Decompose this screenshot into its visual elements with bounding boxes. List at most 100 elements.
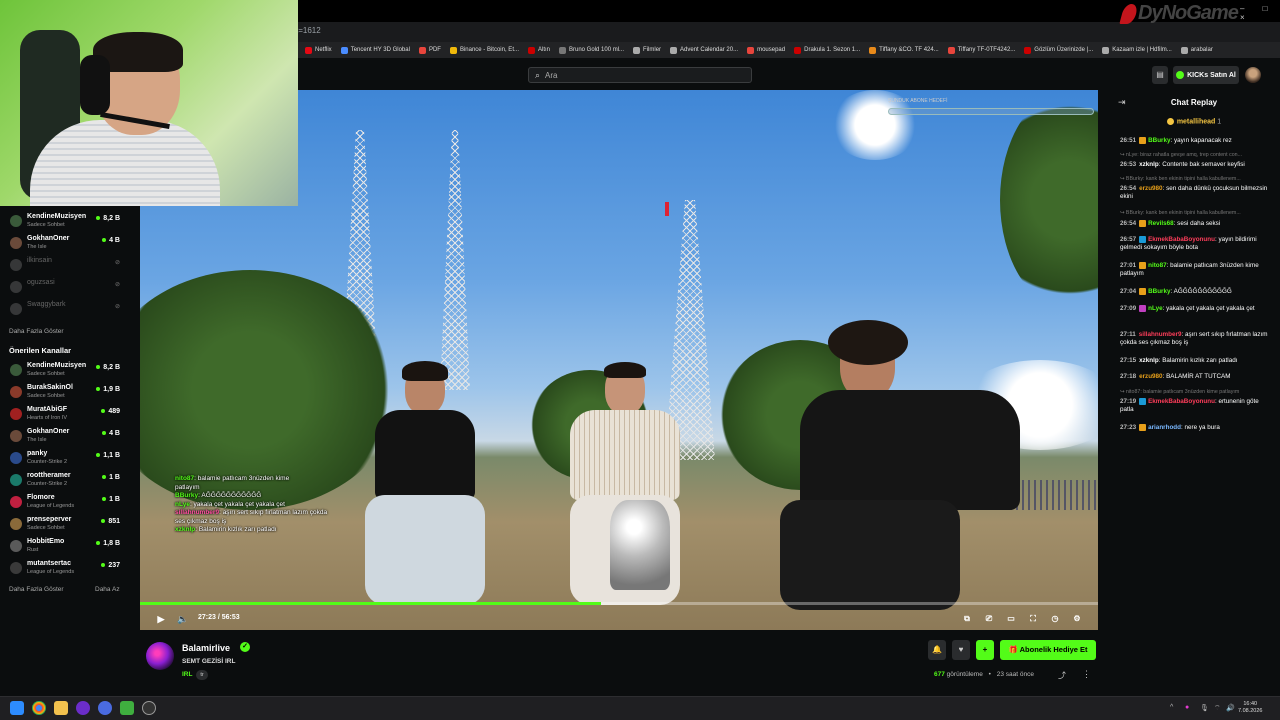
channel-avatar	[10, 281, 22, 293]
channel-item[interactable]: KendineMuzisyen Sadece Sohbet 8,2 B	[8, 212, 124, 232]
chat-username[interactable]: erzu980	[1139, 185, 1162, 192]
chat-username[interactable]: nito87	[1148, 262, 1167, 269]
play-icon[interactable]: ▶	[154, 612, 168, 626]
bookmark-item[interactable]: Drakula 1. Sezon 1...	[794, 46, 860, 54]
volume-tray-icon[interactable]: 🔊	[1226, 704, 1235, 712]
badge-icon	[1139, 262, 1147, 269]
chat-username[interactable]: arianrhodd	[1148, 424, 1181, 431]
chat-username[interactable]: BBurky	[1148, 137, 1170, 144]
progress-bar[interactable]	[140, 602, 1098, 605]
bookmark-item[interactable]: Tencent HY 3D Global	[340, 46, 410, 54]
bookmark-item[interactable]: Advent Calendar 20...	[670, 46, 738, 54]
channel-item[interactable]: ilkinsain ⊘	[8, 256, 124, 276]
chat-username[interactable]: Revils68	[1148, 220, 1174, 227]
more-options-icon[interactable]: ⋮	[1082, 669, 1091, 680]
share-icon[interactable]: ⤴	[1058, 670, 1066, 681]
channel-item[interactable]: Swaggybark ⊘	[8, 300, 124, 320]
chat-message: 27:15 xzknlp: Balamirin kızlık zarı patla…	[1120, 357, 1270, 365]
channel-item[interactable]: prenseperver Sadece Sohbet 851	[8, 515, 124, 535]
speed-icon[interactable]: ◷	[1048, 612, 1062, 626]
chat-username[interactable]: EkmekBabaBoyonunu	[1148, 236, 1215, 243]
clip-icon[interactable]: ⎚	[982, 612, 996, 626]
channel-item[interactable]: BurakSakinOl Sadece Sohbet 1,9 B	[8, 383, 124, 403]
app-icon[interactable]	[120, 701, 134, 715]
bookmark-item[interactable]: Gözlüm Üzerinizde |...	[1024, 46, 1093, 54]
channel-item[interactable]: GokhanOner The Isle 4 B	[8, 427, 124, 447]
show-more-followed[interactable]: Daha Fazla Göster	[9, 328, 64, 335]
channel-name: Flomore	[27, 494, 55, 501]
viewer-count: 1 B	[102, 496, 120, 503]
chat-username[interactable]: nLye	[1148, 305, 1162, 312]
channel-item[interactable]: mutantsertac League of Legends 237	[8, 559, 124, 579]
tower-light	[665, 202, 669, 216]
library-button[interactable]: ▤	[1152, 66, 1168, 84]
channel-item[interactable]: HobbitEmo Rust 1,8 B	[8, 537, 124, 557]
kicks-buy-button[interactable]: KICKs Satın Al	[1173, 66, 1239, 84]
chat-text: : Balamirin kızlık zarı patladı	[1158, 357, 1238, 364]
category-link[interactable]: IRL	[182, 671, 192, 678]
bookmark-item[interactable]: Bruno Gold 100 ml...	[559, 46, 624, 54]
channel-item[interactable]: GokhanOner The Isle 4 B	[8, 234, 124, 254]
channel-item[interactable]: Flomore League of Legends 1 B	[8, 493, 124, 513]
search-icon: ⌕	[535, 69, 541, 80]
chat-username[interactable]: sillahnumber9	[1139, 331, 1182, 338]
settings-gear-icon[interactable]: ⚙	[1070, 612, 1084, 626]
channel-name: GokhanOner	[27, 235, 70, 242]
search-input[interactable]: ⌕ Ara	[528, 67, 752, 83]
channel-category: Sadece Sohbet	[27, 222, 65, 228]
show-less[interactable]: Daha Az	[95, 586, 120, 593]
theater-icon[interactable]: ▭	[1004, 612, 1018, 626]
pip-icon[interactable]: ⧉	[960, 612, 974, 626]
obs-icon[interactable]	[142, 701, 156, 715]
window-controls[interactable]: – □ ×	[1240, 4, 1280, 22]
channel-item[interactable]: oguzsasi ⊘	[8, 278, 124, 298]
chat-username[interactable]: xzknlp	[1139, 357, 1159, 364]
chat-timestamp: 26:54	[1120, 185, 1137, 192]
bookmark-item[interactable]: arabalar	[1180, 46, 1213, 54]
heart-icon[interactable]: ♥	[952, 640, 970, 660]
chat-username[interactable]: xzknlp	[1139, 161, 1159, 168]
address-bar[interactable]	[290, 22, 1280, 42]
bell-icon[interactable]: 🔔	[928, 640, 946, 660]
chat-username[interactable]: BBurky	[1148, 288, 1170, 295]
tray-app-icon[interactable]: ●	[1185, 704, 1189, 711]
gift-subscription-button[interactable]: 🎁 Abonelik Hediye Et	[1000, 640, 1096, 660]
channel-item[interactable]: panky Counter-Strike 2 1,1 B	[8, 449, 124, 469]
mic-icon[interactable]: 🎙	[1200, 704, 1209, 712]
brand-watermark: DyNoGame	[1119, 2, 1239, 25]
overlay-username: sillahnumber9	[175, 509, 220, 516]
app-icon[interactable]	[76, 701, 90, 715]
fullscreen-icon[interactable]: ⛶	[1026, 612, 1040, 626]
channel-avatar[interactable]	[146, 642, 174, 670]
chat-username[interactable]: EkmekBabaBoyonunu	[1148, 398, 1215, 405]
tray-chevron-icon[interactable]: ^	[1170, 704, 1173, 711]
channel-item[interactable]: MuratAbiGF Hearts of Iron IV 489	[8, 405, 124, 425]
bookmark-item[interactable]: Tiffany &CO. TF 424...	[869, 46, 939, 54]
bookmark-item[interactable]: Kazaam izle | Hdfilm...	[1102, 46, 1172, 54]
show-more-recommended[interactable]: Daha Fazla Göster	[9, 586, 64, 593]
volume-icon[interactable]: 🔈	[176, 612, 190, 626]
bookmark-item[interactable]: Binance - Bitcoin, Et...	[449, 46, 519, 54]
windows-start-icon[interactable]	[10, 701, 24, 715]
channel-item[interactable]: roottheramer Counter-Strike 2 1 B	[8, 471, 124, 491]
chrome-icon[interactable]	[32, 701, 46, 715]
badge-icon	[1139, 288, 1147, 295]
bookmark-item[interactable]: Filmler	[633, 46, 661, 54]
follow-button[interactable]: +	[976, 640, 994, 660]
file-explorer-icon[interactable]	[54, 701, 68, 715]
bookmark-item[interactable]: Netflix	[305, 46, 332, 54]
channel-item[interactable]: KendineMuzisyen Sadece Sohbet 8,2 B	[8, 361, 124, 381]
badge-icon	[1139, 398, 1147, 405]
bookmark-item[interactable]: Tiffany TF-0TF4242...	[947, 46, 1015, 54]
user-avatar[interactable]	[1245, 67, 1261, 83]
bookmark-item[interactable]: mousepad	[747, 46, 785, 54]
bookmark-item[interactable]: PDF	[418, 46, 441, 54]
network-icon[interactable]: ⌔	[1214, 704, 1221, 713]
clock[interactable]: 16:40 7.08.2026	[1238, 701, 1262, 715]
bookmark-label: Netflix	[315, 47, 332, 53]
channel-name[interactable]: Balamirlive	[182, 643, 230, 653]
chat-username[interactable]: erzu980	[1139, 373, 1162, 380]
discord-icon[interactable]	[98, 701, 112, 715]
channel-name: oguzsasi	[27, 279, 55, 286]
bookmark-item[interactable]: Altın	[527, 46, 550, 54]
